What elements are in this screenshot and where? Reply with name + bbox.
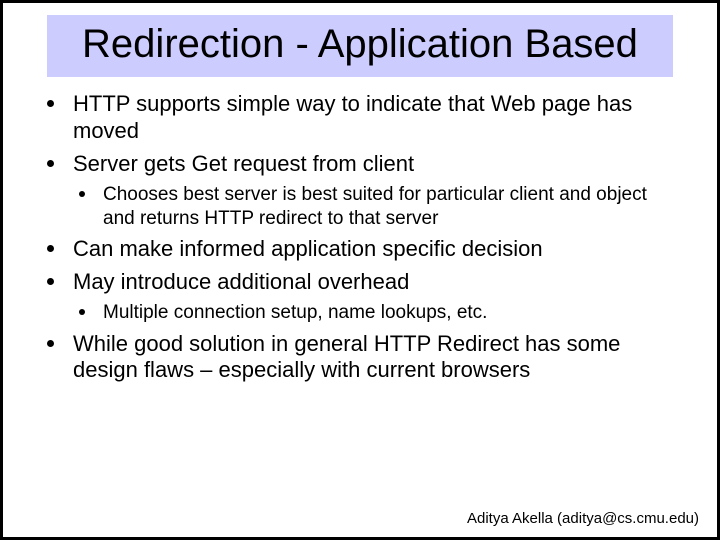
bullet-icon xyxy=(79,191,85,197)
bullet-icon xyxy=(47,100,54,107)
bullet-text: Server gets Get request from client xyxy=(73,151,414,176)
bullet-item: While good solution in general HTTP Redi… xyxy=(39,331,681,385)
sub-bullet-item: Multiple connection setup, name lookups,… xyxy=(39,301,681,324)
bullet-icon xyxy=(47,340,54,347)
slide: Redirection - Application Based HTTP sup… xyxy=(0,0,720,540)
bullet-text: HTTP supports simple way to indicate tha… xyxy=(73,91,632,143)
bullet-icon xyxy=(47,160,54,167)
bullet-item: Can make informed application specific d… xyxy=(39,236,681,263)
bullet-item: May introduce additional overhead xyxy=(39,269,681,296)
bullet-icon xyxy=(79,309,85,315)
slide-body: HTTP supports simple way to indicate tha… xyxy=(39,91,681,384)
sub-bullet-text: Chooses best server is best suited for p… xyxy=(103,184,647,228)
sub-bullet-text: Multiple connection setup, name lookups,… xyxy=(103,302,487,323)
bullet-text: Can make informed application specific d… xyxy=(73,236,543,261)
bullet-text: While good solution in general HTTP Redi… xyxy=(73,331,620,383)
bullet-icon xyxy=(47,245,54,252)
bullet-item: Server gets Get request from client xyxy=(39,151,681,178)
slide-title: Redirection - Application Based xyxy=(47,15,673,77)
bullet-icon xyxy=(47,278,54,285)
bullet-text: May introduce additional overhead xyxy=(73,269,409,294)
bullet-item: HTTP supports simple way to indicate tha… xyxy=(39,91,681,145)
slide-footer: Aditya Akella (aditya@cs.cmu.edu) xyxy=(467,510,699,527)
sub-bullet-item: Chooses best server is best suited for p… xyxy=(39,183,681,229)
